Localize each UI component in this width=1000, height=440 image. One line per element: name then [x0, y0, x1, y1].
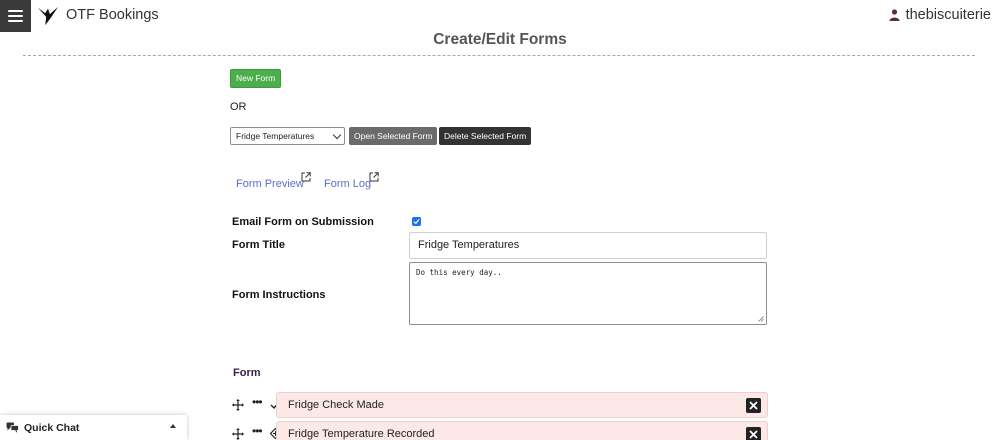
chevron-down-icon	[332, 130, 342, 140]
form-instructions-label: Form Instructions	[232, 289, 326, 301]
delete-selected-form-button[interactable]: Delete Selected Form	[439, 127, 532, 145]
checkmark-icon	[413, 219, 420, 225]
resize-handle-icon[interactable]	[758, 316, 764, 322]
hamburger-menu-button[interactable]	[0, 0, 31, 32]
form-field-row: ••• Fridge Temperature Recorded	[232, 421, 768, 440]
user-menu[interactable]: thebiscuiterie	[889, 7, 991, 23]
move-handle-icon[interactable]	[232, 428, 244, 440]
form-select[interactable]: Fridge Temperatures	[230, 127, 345, 145]
caret-up-icon[interactable]	[170, 424, 176, 428]
bird-logo-icon[interactable]	[37, 5, 59, 27]
delete-field-button[interactable]	[746, 427, 761, 440]
user-icon	[889, 9, 900, 21]
page-title: Create/Edit Forms	[433, 31, 567, 48]
form-instructions-text: Do this every day..	[416, 268, 502, 277]
form-title-label: Form Title	[232, 239, 285, 251]
more-options-icon[interactable]: •••	[252, 424, 263, 438]
menu-line-icon	[8, 20, 23, 22]
form-preview-label: Form Preview	[236, 178, 304, 190]
delete-field-button[interactable]	[746, 398, 761, 413]
form-instructions-textarea[interactable]: Do this every day..	[409, 262, 767, 325]
form-select-value: Fridge Temperatures	[236, 131, 315, 141]
email-on-submission-label: Email Form on Submission	[232, 216, 374, 228]
app-title[interactable]: OTF Bookings	[66, 7, 159, 23]
form-preview-link[interactable]: Form Preview	[236, 172, 311, 190]
quick-chat-panel[interactable]: Quick Chat	[0, 415, 187, 440]
open-selected-form-button[interactable]: Open Selected Form	[349, 127, 438, 145]
header-divider	[23, 55, 975, 56]
close-icon	[749, 430, 758, 439]
more-options-icon[interactable]: •••	[252, 395, 263, 409]
form-field-name: Fridge Temperature Recorded	[288, 428, 435, 440]
quick-chat-label: Quick Chat	[24, 422, 80, 434]
top-bar: OTF Bookings thebiscuiterie	[0, 0, 1000, 32]
menu-line-icon	[8, 15, 23, 17]
form-section-label: Form	[233, 367, 261, 379]
close-icon	[749, 401, 758, 410]
external-link-icon	[301, 172, 311, 182]
new-form-button[interactable]: New Form	[230, 69, 282, 88]
form-title-input[interactable]: Fridge Temperatures	[409, 232, 767, 259]
form-field-name: Fridge Check Made	[288, 399, 384, 411]
email-on-submission-checkbox[interactable]	[412, 217, 421, 226]
form-log-label: Form Log	[324, 178, 372, 190]
form-log-link[interactable]: Form Log	[324, 172, 379, 190]
menu-line-icon	[8, 10, 23, 12]
move-handle-icon[interactable]	[232, 399, 244, 411]
chat-bubbles-icon	[6, 422, 19, 433]
username: thebiscuiterie	[905, 7, 991, 23]
external-link-icon	[369, 172, 379, 182]
form-field-row: ••• Fridge Check Made	[232, 392, 768, 418]
or-separator: OR	[230, 101, 247, 113]
